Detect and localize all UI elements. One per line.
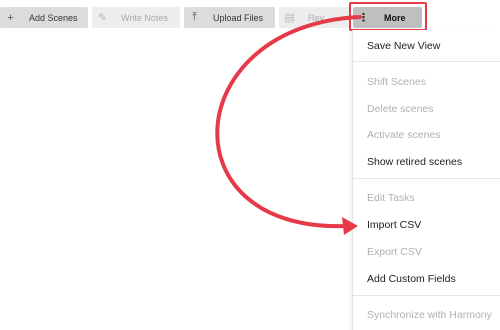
menu-separator	[353, 178, 500, 179]
document-icon: ▤	[284, 12, 295, 24]
add-scenes-button[interactable]: + Add Scenes	[0, 7, 88, 28]
upload-icon: ⤒	[192, 11, 197, 23]
menu-item-activate-scenes[interactable]: Activate scenes	[367, 129, 441, 141]
vertical-ellipsis-icon: ⋮	[358, 12, 369, 24]
menu-item-delete-scenes[interactable]: Delete scenes	[367, 103, 434, 115]
menu-item-save-new-view[interactable]: Save New View	[367, 40, 440, 52]
write-notes-button[interactable]: ✎ Write Notes	[92, 7, 180, 28]
menu-separator	[353, 61, 500, 62]
upload-files-button[interactable]: ⤒ Upload Files	[184, 7, 275, 28]
more-label: More	[384, 12, 406, 23]
menu-item-export-csv[interactable]: Export CSV	[367, 246, 422, 258]
menu-item-shift-scenes[interactable]: Shift Scenes	[367, 76, 426, 88]
menu-item-add-custom-fields[interactable]: Add Custom Fields	[367, 273, 456, 285]
annotation-arrow-curve	[215, 15, 362, 229]
menu-item-show-retired-scenes[interactable]: Show retired scenes	[367, 156, 462, 168]
add-scenes-label: Add Scenes	[29, 12, 78, 23]
menu-separator	[353, 295, 500, 296]
rev-label: Rev	[308, 12, 325, 23]
menu-item-synchronize-with-harmony[interactable]: Synchronize with Harmony	[367, 309, 492, 321]
more-dropdown-menu: Save New View Shift Scenes Delete scenes…	[352, 30, 500, 330]
write-notes-label: Write Notes	[121, 12, 168, 23]
toolbar: + Add Scenes ✎ Write Notes ⤒ Upload File…	[0, 0, 500, 34]
plus-icon: +	[7, 11, 14, 24]
rev-button[interactable]: ▤ Rev	[279, 7, 349, 28]
more-button[interactable]: ⋮ More	[353, 7, 422, 28]
menu-item-edit-tasks[interactable]: Edit Tasks	[367, 192, 415, 204]
menu-item-import-csv[interactable]: Import CSV	[367, 219, 421, 231]
pencil-icon: ✎	[97, 12, 108, 24]
upload-files-label: Upload Files	[213, 12, 264, 23]
